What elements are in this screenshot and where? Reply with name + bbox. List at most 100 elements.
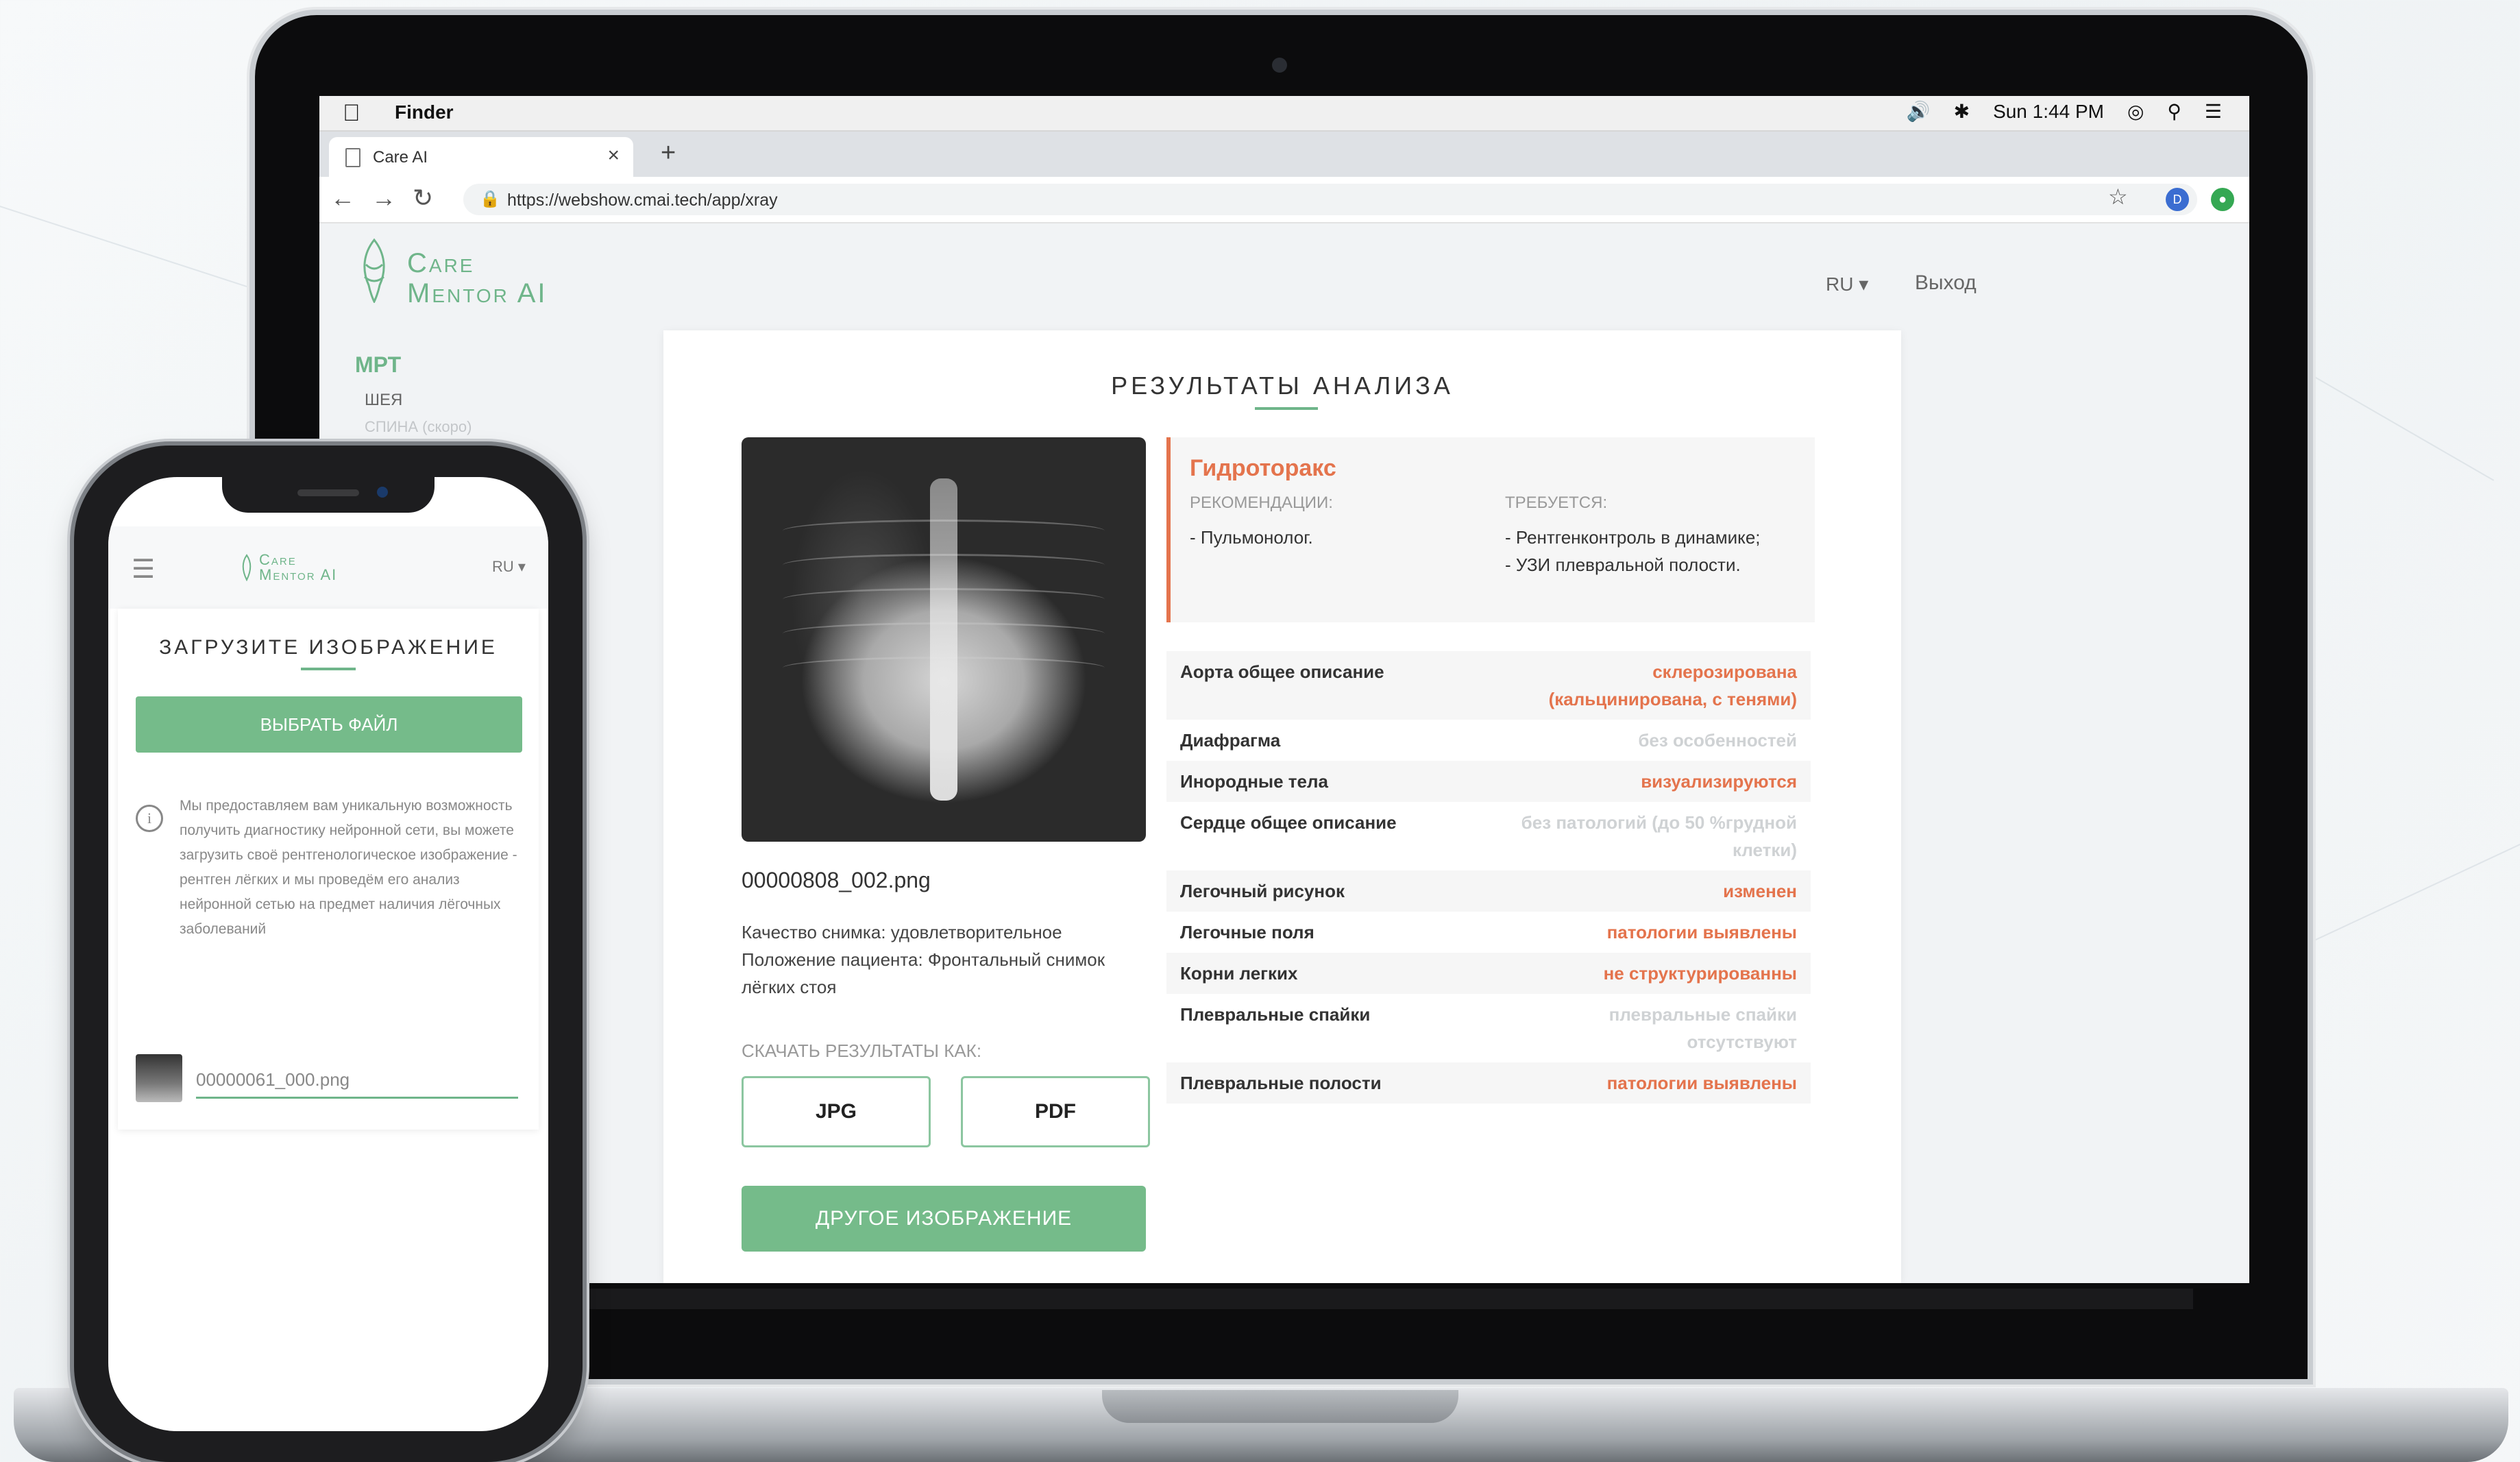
hamburger-menu-icon[interactable]: ☰ — [132, 554, 155, 585]
download-pdf-button[interactable]: PDF — [961, 1076, 1150, 1147]
apple-icon[interactable]:  — [343, 100, 360, 127]
info-icon: i — [136, 805, 163, 832]
xray-thumbnail — [136, 1054, 182, 1102]
laptop-chin — [576, 1289, 2193, 1309]
required-text: - Рентгенконтроль в динамике; - УЗИ плев… — [1505, 524, 1793, 578]
reload-icon[interactable]: ↻ — [413, 184, 433, 212]
bookmark-star-icon[interactable]: ☆ — [2108, 184, 2128, 210]
recommendations-text: - Пульмонолог. — [1190, 527, 1313, 548]
menubar-clock[interactable]: Sun 1:44 PM — [1993, 101, 2104, 123]
required-item: - УЗИ плевральной полости. — [1505, 555, 1741, 575]
browser-navbar: ← → ↻ 🔒 https://webshow.cmai.tech/app/xr… — [319, 177, 2249, 223]
language-label: RU — [492, 558, 514, 575]
findings-table: Аорта общее описание склерозирована (каль… — [1166, 651, 1811, 1104]
finding-row: Сердце общее описание без патологий (до 5… — [1166, 802, 1811, 870]
finding-row: Плевральные спайки плевральные спайки отс… — [1166, 994, 1811, 1062]
finding-name: Корни легких — [1180, 963, 1298, 984]
wifi-icon[interactable]: ◎ — [2127, 100, 2144, 123]
finding-value: без особенностей — [1638, 730, 1797, 751]
file-underline — [196, 1097, 518, 1099]
logo-line-1: Care — [407, 248, 475, 278]
finding-row: Легочный рисунок изменен — [1166, 870, 1811, 912]
browser-tab[interactable]: Care AI × — [329, 137, 633, 177]
phone-camera — [377, 487, 388, 498]
sidebar-section-mrt[interactable]: МРТ — [355, 352, 401, 378]
upload-title: ЗАГРУЗИТЕ ИЗОБРАЖЕНИЕ — [159, 636, 498, 659]
browser-tabbar: Care AI × + — [319, 132, 2249, 177]
diagnosis-panel: Гидроторакс РЕКОМЕНДАЦИИ: ТРЕБУЕТСЯ: - П… — [1166, 437, 1815, 622]
mac-menubar:  Finder 🔊 ✱ Sun 1:44 PM ◎ ⚲ ☰ — [319, 96, 2249, 132]
finding-name: Аорта общее описание — [1180, 661, 1384, 682]
laptop-camera — [1272, 58, 1287, 73]
finding-row: Плевральные полости патологии выявлены — [1166, 1062, 1811, 1104]
chevron-down-icon: ▾ — [1859, 273, 1869, 295]
finding-row: Аорта общее описание склерозирована (каль… — [1166, 651, 1811, 720]
image-filename: 00000808_002.png — [742, 868, 931, 892]
results-title: РЕЗУЛЬТАТЫ АНАЛИЗА — [1111, 371, 1454, 400]
phone-screen: ☰ Care Mentor AI RU ▾ ЗАГРУЗИТЕ ИЗОБРАЖЕ… — [108, 477, 548, 1431]
finding-name: Легочный рисунок — [1180, 881, 1345, 901]
finding-value: изменен — [1723, 881, 1797, 901]
finding-value: плевральные спайки отсутствуют — [1608, 1004, 1797, 1052]
extension-icon[interactable]: ● — [2211, 188, 2234, 211]
finding-name: Сердце общее описание — [1180, 812, 1397, 833]
sidebar-item-neck[interactable]: ШЕЯ — [365, 391, 402, 410]
language-label: RU — [1826, 273, 1854, 295]
language-selector[interactable]: RU ▾ — [1826, 273, 1868, 295]
tab-close-icon[interactable]: × — [607, 144, 620, 167]
recommendations-label: РЕКОМЕНДАЦИИ: — [1190, 494, 1333, 512]
sidebar-item-spine: СПИНА (скоро) — [365, 418, 472, 435]
upload-card: ЗАГРУЗИТЕ ИЗОБРАЖЕНИЕ ВЫБРАТЬ ФАЙЛ i Мы … — [118, 609, 539, 1130]
title-underline — [301, 668, 356, 670]
spotlight-search-icon[interactable]: ⚲ — [2167, 100, 2181, 123]
phone-speaker — [297, 489, 359, 496]
xray-spine — [930, 478, 957, 801]
app-page: Care Mentor AI RU ▾ Выход МРТ ШЕЯ СПИНА … — [319, 223, 2249, 1283]
logo-line-2: Mentor AI — [407, 278, 548, 308]
results-card: РЕЗУЛЬТАТЫ АНАЛИЗА 00000808_002.png Каче… — [663, 330, 1901, 1283]
active-app-name[interactable]: Finder — [395, 101, 454, 123]
back-arrow-icon[interactable]: ← — [330, 184, 355, 212]
volume-icon[interactable]: 🔊 — [1907, 100, 1931, 123]
new-tab-icon[interactable]: + — [661, 138, 676, 168]
xray-image — [742, 437, 1146, 842]
logo-line-2: Mentor AI — [259, 566, 338, 583]
download-label: СКАЧАТЬ РЕЗУЛЬТАТЫ КАК: — [742, 1040, 982, 1061]
language-selector[interactable]: RU ▾ — [492, 558, 526, 576]
profile-avatar[interactable]: D — [2166, 188, 2189, 211]
finding-row: Диафрагма без особенностей — [1166, 720, 1811, 761]
uploaded-file-name[interactable]: 00000061_000.png — [196, 1069, 350, 1091]
phone-header: ☰ Care Mentor AI RU ▾ — [108, 526, 548, 609]
phone-device: ☰ Care Mentor AI RU ▾ ЗАГРУЗИТЕ ИЗОБРАЖЕ… — [74, 446, 583, 1462]
notification-center-icon[interactable]: ☰ — [2205, 100, 2222, 123]
logout-link[interactable]: Выход — [1915, 271, 1977, 295]
finding-name: Плевральные спайки — [1180, 1004, 1371, 1025]
upload-info-text: Мы предоставляем вам уникальную возможно… — [180, 798, 517, 937]
chevron-down-icon: ▾ — [517, 558, 526, 575]
finding-value: патологии выявлены — [1606, 922, 1797, 942]
care-mentor-logo-icon — [242, 554, 252, 581]
choose-file-button[interactable]: ВЫБРАТЬ ФАЙЛ — [136, 696, 522, 753]
forward-arrow-icon[interactable]: → — [371, 184, 396, 212]
patient-position: Положение пациента: Фронтальный снимок л… — [742, 949, 1105, 997]
finding-value: визуализируются — [1641, 771, 1797, 792]
address-bar[interactable]: 🔒 https://webshow.cmai.tech/app/xray — [463, 184, 2197, 215]
logo-line-1: Care — [259, 551, 297, 568]
document-icon — [345, 148, 360, 167]
image-quality: Качество снимка: удовлетворительное — [742, 922, 1062, 942]
diagnosis-title: Гидроторакс — [1190, 455, 1336, 481]
url-text[interactable]: https://webshow.cmai.tech/app/xray — [507, 191, 778, 210]
bluetooth-icon[interactable]: ✱ — [1954, 100, 1970, 123]
finding-value: без патологий (до 50 %грудной клетки) — [1521, 812, 1797, 860]
tab-title: Care AI — [373, 148, 428, 167]
finding-value: патологии выявлены — [1606, 1073, 1797, 1093]
finding-name: Инородные тела — [1180, 771, 1328, 792]
phone-notch — [222, 477, 435, 513]
laptop-notch — [1102, 1390, 1458, 1423]
app-logo-text[interactable]: Care Mentor AI — [407, 248, 548, 308]
download-jpg-button[interactable]: JPG — [742, 1076, 931, 1147]
other-image-button[interactable]: ДРУГОЕ ИЗОБРАЖЕНИЕ — [742, 1186, 1146, 1252]
finding-name: Легочные поля — [1180, 922, 1314, 942]
phone-logo-text[interactable]: Care Mentor AI — [259, 552, 337, 583]
care-mentor-logo-icon — [363, 238, 385, 303]
